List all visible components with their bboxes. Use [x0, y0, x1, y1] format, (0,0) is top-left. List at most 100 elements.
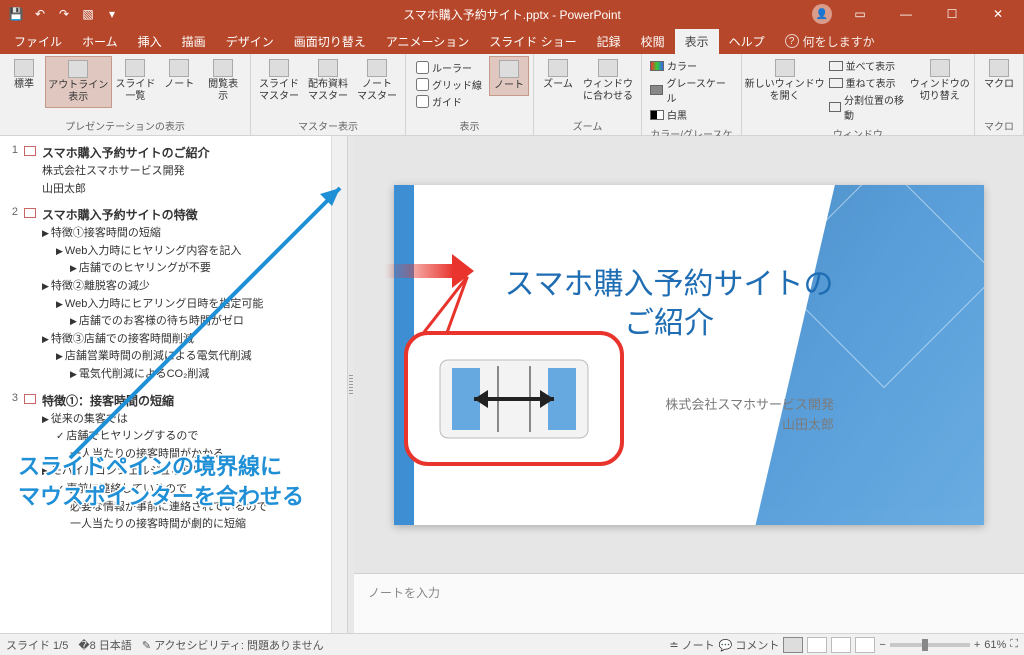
outline-slide-icon[interactable]: [24, 208, 36, 218]
notes-toggle-button[interactable]: ノート: [489, 56, 529, 96]
outline-line[interactable]: 特徴②離脱客の減少: [42, 278, 347, 296]
switch-window-button[interactable]: ウィンドウの 切り替え: [910, 56, 970, 106]
qat-dropdown-icon[interactable]: ▾: [101, 3, 123, 25]
start-slideshow-icon[interactable]: ▧: [77, 3, 99, 25]
outline-slide-title[interactable]: スマホ購入予約サイトのご紹介: [42, 144, 347, 161]
fit-window-button[interactable]: ウィンドウ に合わせる: [579, 56, 637, 106]
fit-to-window-status-icon[interactable]: ⛶: [1010, 638, 1018, 651]
comments-status-button[interactable]: 💬 コメント: [719, 637, 780, 653]
slide-master-button[interactable]: スライド マスター: [255, 56, 303, 106]
outline-line[interactable]: Web入力時にヒヤリング内容を記入: [42, 243, 347, 261]
tab-review[interactable]: 校閲: [631, 29, 675, 54]
cascade-button[interactable]: 重ねて表示: [829, 75, 905, 90]
outline-slide-title[interactable]: スマホ購入予約サイトの特徴: [42, 206, 347, 223]
lightbulb-icon: ?: [785, 34, 799, 48]
zoom-button[interactable]: ズーム: [538, 56, 578, 94]
outline-line[interactable]: 特徴③店舗での接客時間削減: [42, 331, 347, 349]
accessibility-status[interactable]: ✎ アクセシビリティ: 問題ありません: [142, 637, 324, 653]
ruler-checkbox[interactable]: ルーラー: [416, 60, 482, 75]
slide-canvas-area[interactable]: スマホ購入予約サイトの ご紹介 株式会社スマホサービス開発 山田太郎: [354, 136, 1024, 573]
ribbon-options-icon[interactable]: ▭: [842, 0, 878, 28]
redo-icon[interactable]: ↷: [53, 3, 75, 25]
outline-line[interactable]: Web入力時にヒアリング日時を指定可能: [42, 296, 347, 314]
outline-slide-title[interactable]: 特徴①：接客時間の短縮: [42, 392, 347, 409]
tab-transitions[interactable]: 画面切り替え: [284, 29, 376, 54]
notes-pane[interactable]: ノートを入力: [354, 573, 1024, 633]
tab-help[interactable]: ヘルプ: [719, 29, 775, 54]
tab-view[interactable]: 表示: [675, 29, 719, 54]
tab-slideshow[interactable]: スライド ショー: [479, 29, 586, 54]
zoom-percent[interactable]: 61%: [984, 639, 1006, 651]
move-split-button[interactable]: 分割位置の移動: [829, 92, 905, 122]
outline-slide-icon[interactable]: [24, 394, 36, 404]
maximize-icon[interactable]: ☐: [934, 0, 970, 28]
outline-line[interactable]: 電気代削減によるCO₂削減: [42, 366, 347, 384]
tab-home[interactable]: ホーム: [72, 29, 128, 54]
notes-placeholder: ノートを入力: [368, 586, 440, 600]
outline-line[interactable]: 店舗でヒヤリングするので: [42, 428, 347, 446]
slide-subtitle[interactable]: 株式会社スマホサービス開発 山田太郎: [665, 395, 834, 437]
reading-view-button[interactable]: 閲覧表示: [200, 56, 246, 106]
outline-line[interactable]: 一人当たりの接客時間が劇的に短縮: [42, 516, 347, 534]
gridlines-checkbox[interactable]: グリッド線: [416, 77, 482, 92]
close-icon[interactable]: ✕: [980, 0, 1016, 28]
new-window-button[interactable]: 新しいウィンドウ を開く: [746, 56, 824, 106]
handout-master-button[interactable]: 配布資料 マスター: [304, 56, 352, 106]
save-icon[interactable]: 💾: [5, 3, 27, 25]
sorter-view-status-icon[interactable]: [807, 637, 827, 653]
outline-line[interactable]: 店舗でのヒヤリングが不要: [42, 260, 347, 278]
ribbon-tabs: ファイル ホーム 挿入 描画 デザイン 画面切り替え アニメーション スライド …: [0, 28, 1024, 54]
slide-pane: スマホ購入予約サイトの ご紹介 株式会社スマホサービス開発 山田太郎: [354, 136, 1024, 633]
outline-line[interactable]: 特徴①接客時間の短縮: [42, 225, 347, 243]
normal-view-button[interactable]: 標準: [4, 56, 44, 94]
outline-line[interactable]: 店舗営業時間の削減による電気代削減: [42, 348, 347, 366]
notes-page-button[interactable]: ノート: [159, 56, 199, 94]
tab-file[interactable]: ファイル: [4, 29, 72, 54]
reading-view-status-icon[interactable]: [831, 637, 851, 653]
zoom-in-button[interactable]: +: [974, 639, 980, 651]
outline-line[interactable]: 従来の集客では: [42, 411, 347, 429]
tab-animations[interactable]: アニメーション: [376, 29, 480, 54]
title-bar: 💾 ↶ ↷ ▧ ▾ スマホ購入予約サイト.pptx - PowerPoint 👤…: [0, 0, 1024, 28]
group-label: ズーム: [538, 116, 637, 135]
zoom-slider[interactable]: [890, 643, 970, 647]
slide-sorter-button[interactable]: スライド 一覧: [113, 56, 159, 106]
guides-checkbox[interactable]: ガイド: [416, 94, 482, 109]
normal-view-status-icon[interactable]: [783, 637, 803, 653]
grayscale-mode-button[interactable]: グレースケール: [650, 75, 733, 105]
group-zoom: ズーム ウィンドウ に合わせる ズーム: [534, 54, 642, 135]
group-macro: マクロ マクロ: [975, 54, 1024, 135]
macro-button[interactable]: マクロ: [979, 56, 1019, 94]
bw-mode-button[interactable]: 白黒: [650, 107, 733, 122]
color-mode-button[interactable]: カラー: [650, 58, 733, 73]
group-label: プレゼンテーションの表示: [4, 116, 246, 135]
outline-line[interactable]: 山田太郎: [42, 181, 347, 199]
outline-line[interactable]: 株式会社スマホサービス開発: [42, 163, 347, 181]
group-color-grayscale: カラー グレースケール 白黒 カラー/グレースケール: [642, 54, 742, 135]
group-label: 表示: [410, 116, 529, 135]
outline-view-button[interactable]: アウトライン 表示: [45, 56, 112, 108]
tab-insert[interactable]: 挿入: [128, 29, 172, 54]
tell-me-search[interactable]: ? 何をしますか: [785, 33, 875, 50]
undo-icon[interactable]: ↶: [29, 3, 51, 25]
status-bar: スライド 1/5 �8 日本語 ✎ アクセシビリティ: 問題ありません ≐ ノー…: [0, 633, 1024, 655]
arrange-all-button[interactable]: 並べて表示: [829, 58, 905, 73]
group-presentation-views: 標準 アウトライン 表示 スライド 一覧 ノート 閲覧表示 プレゼンテーションの…: [0, 54, 251, 135]
outline-slide-icon[interactable]: [24, 146, 36, 156]
lang-indicator[interactable]: �8 日本語: [78, 637, 131, 653]
tab-draw[interactable]: 描画: [172, 29, 216, 54]
outline-scrollbar[interactable]: [331, 136, 347, 633]
tab-design[interactable]: デザイン: [216, 29, 284, 54]
minimize-icon[interactable]: —: [888, 0, 924, 28]
tab-record[interactable]: 記録: [587, 29, 631, 54]
group-label: マクロ: [979, 116, 1019, 135]
zoom-out-button[interactable]: −: [879, 639, 885, 651]
group-show: ルーラー グリッド線 ガイド ノート 表示: [406, 54, 534, 135]
outline-pane[interactable]: 1スマホ購入予約サイトのご紹介株式会社スマホサービス開発山田太郎2スマホ購入予約…: [0, 136, 348, 633]
slideshow-status-icon[interactable]: [855, 637, 875, 653]
outline-line[interactable]: 店舗でのお客様の待ち時間がゼロ: [42, 313, 347, 331]
account-avatar-icon[interactable]: 👤: [812, 4, 832, 24]
notes-master-button[interactable]: ノート マスター: [353, 56, 401, 106]
notes-status-button[interactable]: ≐ ノート: [669, 637, 714, 653]
group-master-views: スライド マスター 配布資料 マスター ノート マスター マスター表示: [251, 54, 406, 135]
